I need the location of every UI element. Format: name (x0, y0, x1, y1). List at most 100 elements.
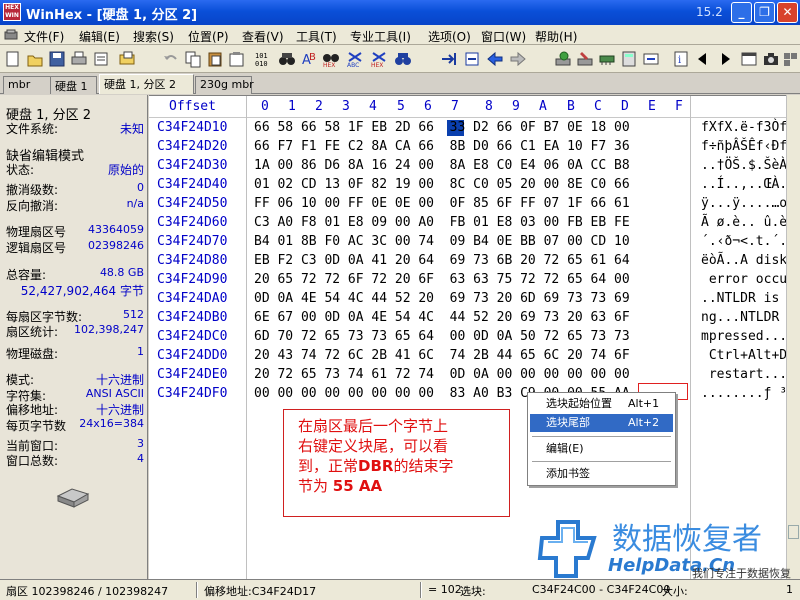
tab-disk1[interactable]: 硬盘 1 (50, 76, 97, 94)
row-offset[interactable]: C34F24DD0 (157, 348, 227, 363)
disk-edit-icon[interactable] (576, 50, 594, 68)
state-row: 状态: 原始的 (6, 163, 144, 177)
replace-hex2-icon[interactable]: HEX (370, 50, 388, 68)
menu-position[interactable]: 位置(P) (188, 28, 229, 45)
forward-arrow-icon[interactable] (509, 50, 527, 68)
col-header: A (539, 99, 547, 114)
row-offset[interactable]: C34F24D30 (157, 158, 227, 173)
restore-button[interactable]: ❐ (754, 2, 775, 23)
row-hex-bytes[interactable]: EB F2 C3 0D 0A 41 20 64 69 73 6B 20 72 6… (254, 253, 630, 268)
row-offset[interactable]: C34F24DF0 (157, 386, 227, 401)
open-disk-icon[interactable] (118, 50, 136, 68)
camera-icon[interactable] (762, 50, 780, 68)
row-hex-bytes[interactable]: 01 02 CD 13 0F 82 19 00 8C C0 05 20 00 8… (254, 177, 630, 192)
winhex-logo-icon: HEX WIN (3, 3, 21, 21)
next-page-icon[interactable] (716, 50, 734, 68)
row-offset[interactable]: C34F24D10 (157, 120, 227, 135)
menu-help[interactable]: 帮助(H) (535, 28, 577, 45)
svg-text:ABC: ABC (347, 62, 359, 68)
convert-icon[interactable] (642, 50, 660, 68)
row-offset[interactable]: C34F24D20 (157, 139, 227, 154)
menu-item-edit[interactable]: 编辑(E) (530, 440, 673, 458)
vertical-scrollbar[interactable] (786, 95, 800, 579)
capacity-row: 总容量: 48.8 GB (6, 266, 144, 282)
tab-230g-mbr[interactable]: 230g mbr (195, 76, 254, 94)
col-header: 3 (342, 99, 350, 114)
clipboard-icon[interactable] (228, 50, 246, 68)
row-offset[interactable]: C34F24D40 (157, 177, 227, 192)
menu-item-add-bookmark[interactable]: 添加书签 (530, 465, 673, 483)
row-offset[interactable]: C34F24DE0 (157, 367, 227, 382)
paste-icon[interactable] (206, 50, 224, 68)
row-hex-bytes[interactable]: 6D 70 72 65 73 73 65 64 00 0D 0A 50 72 6… (254, 329, 630, 344)
row-offset[interactable]: C34F24D60 (157, 215, 227, 230)
prev-page-icon[interactable] (694, 50, 712, 68)
row-hex-bytes[interactable]: B4 01 8B F0 AC 3C 00 74 09 B4 0E BB 07 0… (254, 234, 630, 249)
row-offset[interactable]: C34F24DB0 (157, 310, 227, 325)
menu-options[interactable]: 选项(O) (428, 28, 471, 45)
row-hex-bytes[interactable]: 1A 00 86 D6 8A 16 24 00 8A E8 C0 E4 06 0… (254, 158, 630, 173)
undo-icon[interactable] (162, 50, 180, 68)
tab-disk1-partition2[interactable]: 硬盘 1, 分区 2 (99, 74, 194, 94)
copy-icon[interactable] (184, 50, 202, 68)
row-hex-bytes[interactable]: 66 F7 F1 FE C2 8A CA 66 8B D0 66 C1 EA 1… (254, 139, 630, 154)
menu-doc-icon[interactable] (4, 28, 20, 45)
ram-icon[interactable] (598, 50, 616, 68)
row-offset[interactable]: C34F24D90 (157, 272, 227, 287)
row-offset[interactable]: C34F24DC0 (157, 329, 227, 344)
menu-item-block-start[interactable]: 选块起始位置 Alt+1 (530, 395, 673, 413)
menu-window[interactable]: 窗口(W) (481, 28, 526, 45)
goto-sector-icon[interactable] (463, 50, 481, 68)
helpdata-logo (537, 520, 597, 578)
row-hex-bytes[interactable]: 20 65 72 72 6F 72 20 6F 63 63 75 72 72 6… (254, 272, 630, 287)
new-file-icon[interactable] (4, 50, 22, 68)
menu-view[interactable]: 查看(V) (242, 28, 284, 45)
tab-mbr[interactable]: mbr (3, 76, 51, 94)
row-hex-bytes[interactable]: 0D 0A 4E 54 4C 44 52 20 69 73 20 6D 69 7… (254, 291, 630, 306)
tiles-icon[interactable] (783, 50, 800, 68)
row-hex-bytes[interactable]: C3 A0 F8 01 E8 09 00 A0 FB 01 E8 03 00 F… (254, 215, 630, 230)
replace-hex-icon[interactable]: ABC (346, 50, 364, 68)
row-offset[interactable]: C34F24DA0 (157, 291, 227, 306)
row-hex-bytes[interactable]: 20 72 65 73 74 61 72 74 0D 0A 00 00 00 0… (254, 367, 630, 382)
row-hex-bytes[interactable]: 66 58 66 58 1F EB 2D 66 33 D2 66 0F B7 0… (254, 120, 630, 135)
watermark-brand: 数据恢复者 (612, 522, 762, 557)
row-hex-bytes[interactable]: 6E 67 00 0D 0A 4E 54 4C 44 52 20 69 73 2… (254, 310, 630, 325)
menu-separator (532, 436, 671, 437)
menu-edit[interactable]: 编辑(E) (79, 28, 120, 45)
properties-icon[interactable] (92, 50, 110, 68)
window-icon[interactable] (740, 50, 758, 68)
menu-tools[interactable]: 工具(T) (296, 28, 337, 45)
scroll-thumb[interactable] (788, 525, 799, 539)
back-arrow-icon[interactable] (486, 50, 504, 68)
row-offset[interactable]: C34F24D50 (157, 196, 227, 211)
calculator-icon[interactable] (620, 50, 638, 68)
winhex-window: HEX WIN WinHex - [硬盘 1, 分区 2] 15.2 _ ❐ ✕ … (0, 0, 800, 600)
row-hex-bytes[interactable]: FF 06 10 00 FF 0E 0E 00 0F 85 6F FF 07 1… (254, 196, 630, 211)
close-button[interactable]: ✕ (777, 2, 798, 23)
row-offset[interactable]: C34F24D70 (157, 234, 227, 249)
find-again-icon[interactable] (394, 50, 412, 68)
minimize-button[interactable]: _ (731, 2, 752, 23)
print-icon[interactable] (70, 50, 88, 68)
row-offset[interactable]: C34F24D80 (157, 253, 227, 268)
replace-text-icon[interactable]: AB (300, 50, 318, 68)
status-offset: 偏移地址:C34F24D17 (204, 585, 317, 598)
find-text-icon[interactable] (278, 50, 296, 68)
save-icon[interactable] (48, 50, 66, 68)
menu-file[interactable]: 文件(F) (24, 28, 64, 45)
menu-search[interactable]: 搜索(S) (133, 28, 174, 45)
sector-count-row: 扇区统计: 102,398,247 (6, 323, 144, 339)
info-icon[interactable]: i (672, 50, 690, 68)
svg-text:HEX: HEX (323, 62, 335, 68)
fs-row: 文件系统: 未知 (6, 122, 144, 136)
disk-tool-icon[interactable] (554, 50, 572, 68)
row-hex-bytes[interactable]: 20 43 74 72 6C 2B 41 6C 74 2B 44 65 6C 2… (254, 348, 630, 363)
menu-item-block-end[interactable]: 选块尾部 Alt+2 (530, 414, 673, 432)
hex-1010-icon[interactable]: 101 010 (254, 50, 272, 68)
goto-offset-icon[interactable] (440, 50, 458, 68)
capacity-bytes-row: 52,427,902,464 字节 (20, 284, 144, 298)
menu-pro-tools[interactable]: 专业工具(I) (350, 28, 411, 45)
open-folder-icon[interactable] (26, 50, 44, 68)
find-hex-icon[interactable]: HEX (322, 50, 340, 68)
